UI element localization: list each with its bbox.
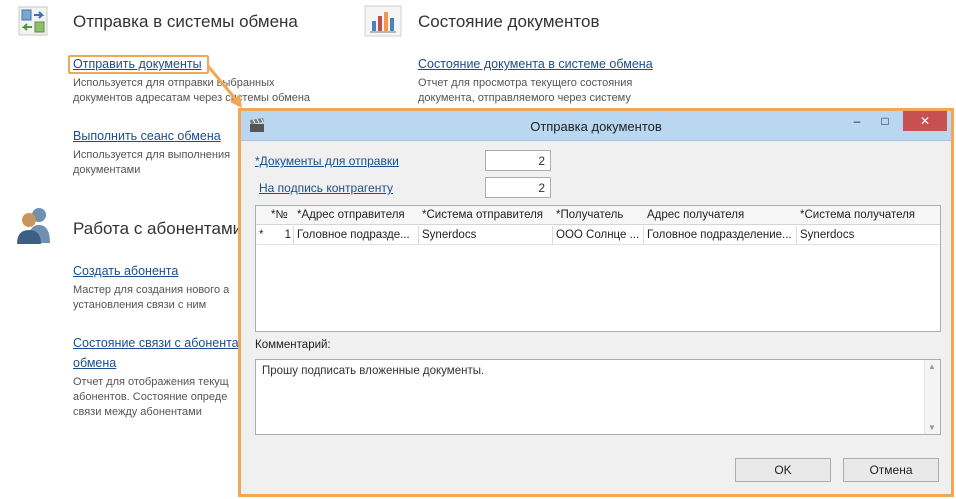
connection-status-link[interactable]: Состояние связи с абонента bbox=[73, 336, 239, 350]
comment-text: Прошу подписать вложенные документы. bbox=[262, 365, 485, 377]
table-header: *№ *Адрес отправителя *Система отправите… bbox=[256, 206, 940, 225]
ok-button[interactable]: OK bbox=[735, 458, 831, 482]
sender-address-cell[interactable]: Головное подразде... bbox=[294, 226, 419, 245]
users-icon bbox=[16, 205, 52, 250]
sender-system-cell[interactable]: Synerdocs bbox=[419, 226, 553, 245]
for-signature-label[interactable]: На подпись контрагенту bbox=[259, 181, 393, 195]
column-header[interactable]: *№ bbox=[268, 206, 294, 225]
column-header[interactable]: *Получатель bbox=[553, 206, 644, 225]
recipient-cell[interactable]: ООО Солнце ... bbox=[553, 226, 644, 245]
scroll-down-icon[interactable]: ▼ bbox=[928, 423, 936, 432]
bar-chart-icon bbox=[364, 5, 402, 42]
for-signature-field[interactable]: 2 bbox=[485, 177, 551, 198]
recipient-system-cell[interactable]: Synerdocs bbox=[797, 226, 940, 245]
exchange-session-link[interactable]: Выполнить сеанс обмена bbox=[73, 129, 221, 143]
document-status-desc: Отчет для просмотра текущего состояния д… bbox=[418, 77, 633, 104]
create-subscriber-desc: Мастер для создания нового а установлени… bbox=[73, 284, 230, 311]
send-documents-link[interactable]: Отправить документы bbox=[73, 57, 202, 71]
send-documents-desc: Используется для отправки выбранных доку… bbox=[73, 77, 311, 104]
dialog-titlebar[interactable]: Отправка документов – □ ✕ bbox=[241, 111, 951, 141]
create-subscriber-link[interactable]: Создать абонента bbox=[73, 264, 178, 278]
comment-field[interactable]: Прошу подписать вложенные документы. ▲ ▼ bbox=[255, 359, 941, 435]
documents-table[interactable]: *№ *Адрес отправителя *Система отправите… bbox=[255, 205, 941, 332]
table-row[interactable]: * 1 Головное подразде... Synerdocs ООО С… bbox=[256, 226, 940, 245]
scroll-up-icon[interactable]: ▲ bbox=[928, 362, 936, 371]
column-header[interactable]: *Адрес отправителя bbox=[294, 206, 419, 225]
docs-to-send-label[interactable]: *Документы для отправки bbox=[255, 154, 399, 168]
column-header[interactable]: *Система получателя bbox=[797, 206, 940, 225]
send-section-icon bbox=[18, 6, 48, 41]
status-section-title: Состояние документов bbox=[418, 12, 600, 31]
connection-status-link-line2[interactable]: обмена bbox=[73, 356, 116, 370]
document-status-link[interactable]: Состояние документа в системе обмена bbox=[418, 57, 653, 71]
maximize-button[interactable]: □ bbox=[871, 111, 899, 131]
column-header[interactable]: *Система отправителя bbox=[419, 206, 553, 225]
send-section-title: Отправка в системы обмена bbox=[73, 12, 298, 31]
exchange-session-desc: Используется для выполнения документами bbox=[73, 149, 231, 176]
comment-label: Комментарий: bbox=[255, 339, 331, 351]
subscribers-section-title: Работа с абонентами bbox=[73, 219, 243, 238]
comment-scrollbar[interactable]: ▲ ▼ bbox=[924, 360, 940, 434]
minimize-button[interactable]: – bbox=[843, 111, 871, 131]
connection-status-desc: Отчет для отображения текущ абонентов. С… bbox=[73, 376, 229, 418]
close-button[interactable]: ✕ bbox=[903, 111, 947, 131]
cancel-button[interactable]: Отмена bbox=[843, 458, 939, 482]
column-header[interactable]: Адрес получателя bbox=[644, 206, 797, 225]
docs-to-send-field[interactable]: 2 bbox=[485, 150, 551, 171]
send-documents-dialog: Отправка документов – □ ✕ *Документы для… bbox=[238, 108, 954, 497]
recipient-address-cell[interactable]: Головное подразделение... bbox=[644, 226, 797, 245]
row-marker: * bbox=[259, 229, 264, 241]
row-number[interactable]: 1 bbox=[268, 226, 294, 245]
